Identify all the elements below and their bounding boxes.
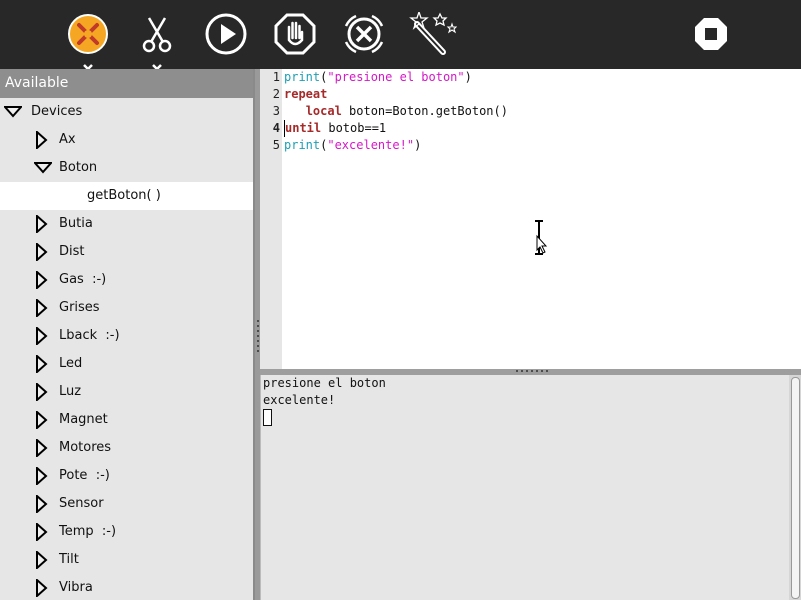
code-line[interactable]: print("excelente!") [284, 137, 421, 154]
tree-item-butia[interactable]: Butia [0, 210, 253, 238]
code-token: local [305, 104, 342, 118]
tree-item-led[interactable]: Led [0, 350, 253, 378]
tree-item-label: Tilt [59, 552, 79, 567]
tree-item-label: getBoton( ) [87, 188, 161, 203]
tree-item-magnet[interactable]: Magnet [0, 406, 253, 434]
code-token: boton=Boton.getBoton() [341, 104, 508, 118]
tree-item-label: Vibra [59, 580, 93, 595]
collapsed-triangle-icon[interactable] [34, 327, 52, 345]
tree-item-devices[interactable]: Devices [0, 98, 253, 126]
code-line[interactable]: print("presione el boton") [284, 69, 472, 86]
code-editor[interactable]: 1 2 3 4 5 print("presione el boton") repeat l… [260, 69, 801, 369]
console-cursor [263, 409, 272, 426]
collapsed-triangle-icon[interactable] [34, 411, 52, 429]
tree-item-label: Temp :-) [59, 524, 117, 539]
tree-item-motores[interactable]: Motores [0, 434, 253, 462]
code-line[interactable]: repeat [284, 86, 327, 103]
stop-icon[interactable] [689, 12, 733, 56]
tree-item-label: Butia [59, 216, 93, 231]
tree-item-label: Lback :-) [59, 328, 120, 343]
chevron-down-icon[interactable] [151, 57, 163, 71]
device-tree: Devices Ax Boton getBoton( ) Butia Dist Gas :-… [0, 98, 253, 600]
toolbar [0, 0, 801, 71]
tree-item-label: Pote :-) [59, 468, 110, 483]
tree-item-label: Motores [59, 440, 112, 455]
tree-item-tilt[interactable]: Tilt [0, 546, 253, 574]
collapsed-triangle-icon[interactable] [34, 467, 52, 485]
tree-item-lback[interactable]: Lback :-) [0, 322, 253, 350]
available-panel: Available Devices Ax Boton getBoton( ) Butia… [0, 69, 253, 600]
collapsed-triangle-icon[interactable] [34, 215, 52, 233]
stop-hand-icon[interactable] [273, 12, 317, 56]
line-number: 2 [272, 87, 280, 101]
expanded-triangle-icon[interactable] [34, 159, 52, 177]
tree-item-label: Gas :-) [59, 272, 107, 287]
cancel-icon[interactable] [342, 12, 386, 56]
tree-item-label: Luz [59, 384, 82, 399]
tree-item-luz[interactable]: Luz [0, 378, 253, 406]
tree-item-label: Ax [59, 132, 76, 147]
code-token: botob==1 [321, 121, 387, 135]
code-token: ) [414, 138, 422, 152]
code-token: until [285, 121, 322, 135]
collapsed-triangle-icon[interactable] [34, 131, 52, 149]
collapsed-triangle-icon[interactable] [34, 383, 52, 401]
tree-item-label: Boton [59, 160, 98, 175]
play-icon[interactable] [204, 12, 248, 56]
code-token: "presione el boton" [327, 70, 465, 84]
console-line: presione el boton [263, 376, 386, 390]
code-token: "excelente!" [327, 138, 415, 152]
line-number: 3 [272, 104, 280, 118]
tree-item-grises[interactable]: Grises [0, 294, 253, 322]
tree-item-gas[interactable]: Gas :-) [0, 266, 253, 294]
code-token: print [284, 138, 321, 152]
collapsed-triangle-icon[interactable] [34, 271, 52, 289]
tree-item-label: Led [59, 356, 83, 371]
tree-item-label: Devices [31, 104, 83, 119]
collapsed-triangle-icon[interactable] [34, 551, 52, 569]
panel-header: Available [0, 69, 253, 98]
scissors-icon[interactable] [135, 12, 179, 56]
collapsed-triangle-icon[interactable] [34, 439, 52, 457]
tree-item-getboton[interactable]: getBoton( ) [0, 182, 253, 210]
tree-item-label: Dist [59, 244, 85, 259]
code-token: print [284, 70, 321, 84]
console-line: excelente! [263, 393, 336, 407]
collapsed-triangle-icon[interactable] [34, 523, 52, 541]
code-line[interactable]: until botob==1 [284, 120, 386, 137]
tree-item-label: Sensor [59, 496, 104, 511]
tree-item-label: Grises [59, 300, 100, 315]
tree-item-ax[interactable]: Ax [0, 126, 253, 154]
collapsed-triangle-icon[interactable] [34, 243, 52, 261]
magic-wand-icon[interactable] [409, 12, 457, 56]
tree-item-pote[interactable]: Pote :-) [0, 462, 253, 490]
console-scrollbar[interactable] [789, 375, 801, 600]
tree-item-sensor[interactable]: Sensor [0, 490, 253, 518]
tree-item-vibra[interactable]: Vibra [0, 574, 253, 600]
collapsed-triangle-icon[interactable] [34, 355, 52, 373]
code-line[interactable]: local boton=Boton.getBoton() [284, 103, 508, 120]
tree-item-dist[interactable]: Dist [0, 238, 253, 266]
tree-item-label: Magnet [59, 412, 108, 427]
tree-item-temp[interactable]: Temp :-) [0, 518, 253, 546]
scrollbar-thumb[interactable] [791, 377, 800, 599]
line-number-gutter: 1 2 3 4 5 [260, 69, 282, 369]
expanded-triangle-icon[interactable] [4, 103, 22, 121]
collapsed-triangle-icon[interactable] [34, 579, 52, 597]
code-token: ) [464, 70, 472, 84]
chevron-down-icon[interactable] [82, 57, 94, 71]
text-cursor-icon [535, 220, 548, 255]
activity-icon[interactable] [66, 12, 110, 56]
collapsed-triangle-icon[interactable] [34, 299, 52, 317]
line-number: 1 [272, 70, 280, 84]
line-number: 4 [272, 121, 280, 135]
code-token: repeat [284, 87, 328, 101]
collapsed-triangle-icon[interactable] [34, 495, 52, 513]
tree-item-boton[interactable]: Boton [0, 154, 253, 182]
line-number: 5 [272, 138, 280, 152]
output-console[interactable]: presione el boton excelente! [260, 375, 791, 600]
